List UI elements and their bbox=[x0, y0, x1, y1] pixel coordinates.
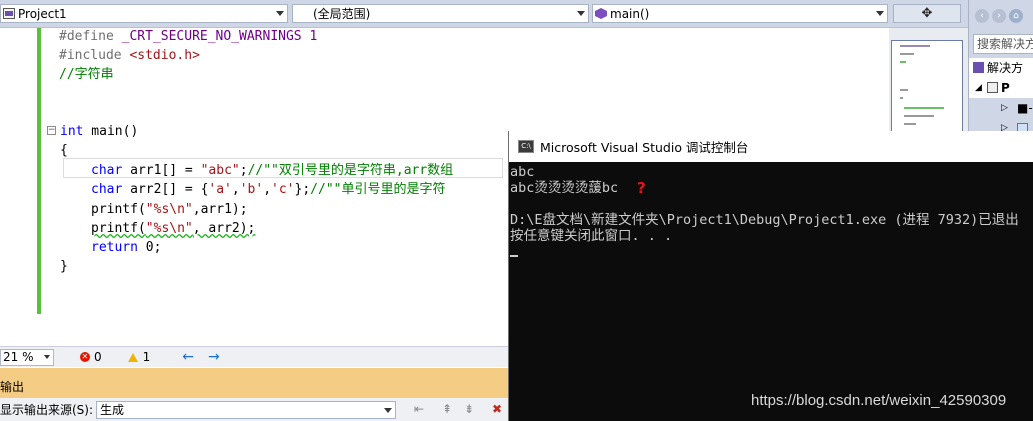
arrow-right-icon[interactable]: → bbox=[208, 349, 220, 365]
project-name: Project1 bbox=[18, 6, 67, 21]
code-line-7: char arr2[] = {'a','b','c'};//""单引号里的是字符 bbox=[91, 182, 446, 197]
back-icon[interactable]: ‹ bbox=[975, 9, 989, 23]
references-label: ■-I bbox=[1017, 101, 1033, 115]
output-source-label: 显示输出来源(S): bbox=[0, 403, 94, 417]
warning-count[interactable]: 1 bbox=[143, 350, 151, 364]
code-line-5: { bbox=[60, 143, 68, 158]
code-line-3: //字符串 bbox=[59, 67, 114, 82]
zoom-dropdown[interactable]: 21 % bbox=[0, 348, 54, 366]
debug-console-window[interactable]: C:\ Microsoft Visual Studio 调试控制台 abc abc… bbox=[508, 131, 1033, 421]
output-panel-header: 输出 bbox=[0, 368, 510, 398]
output-source-dropdown[interactable]: 生成 bbox=[96, 401, 396, 419]
console-line-1: abc bbox=[510, 164, 535, 180]
solution-label: 解决方 bbox=[987, 61, 1024, 75]
code-line-10: return 0; bbox=[91, 240, 162, 255]
tree-collapsed-icon: ▷ bbox=[1001, 103, 1008, 113]
solution-search-input[interactable]: 搜索解决方 bbox=[973, 34, 1033, 54]
cpp-project-icon bbox=[3, 8, 15, 19]
output-source-value: 生成 bbox=[100, 403, 125, 417]
member-value: main() bbox=[610, 6, 650, 21]
collapse-icon[interactable]: − bbox=[47, 126, 56, 135]
solution-icon bbox=[973, 62, 984, 73]
method-icon bbox=[595, 8, 607, 19]
scope-dropdown[interactable]: (全局范围) bbox=[292, 4, 589, 23]
change-tracking-bar bbox=[37, 28, 41, 314]
project-dropdown[interactable]: Project1 bbox=[0, 4, 288, 23]
console-app-icon: C:\ bbox=[518, 140, 534, 153]
chevron-down-icon bbox=[876, 11, 884, 16]
forward-icon[interactable]: › bbox=[992, 9, 1006, 23]
console-line-2: abc烫烫烫烫蘐bc bbox=[510, 180, 619, 196]
chevron-down-icon bbox=[577, 11, 585, 16]
chevron-down-icon bbox=[44, 354, 50, 359]
error-count[interactable]: 0 bbox=[94, 350, 102, 364]
code-line-8: printf("%s\n",arr1); bbox=[91, 202, 248, 217]
find-message-icon[interactable]: ⇤ bbox=[412, 402, 426, 416]
prev-message-icon[interactable]: ⇞ bbox=[440, 402, 454, 416]
project-label: P bbox=[1001, 81, 1010, 95]
editor-status-strip: 21 % ✕ 0 1 ← → bbox=[0, 346, 510, 367]
scope-value: (全局范围) bbox=[313, 7, 371, 21]
code-minimap[interactable] bbox=[891, 40, 963, 132]
code-line-1: #define _CRT_SECURE_NO_WARNINGS 1 bbox=[59, 29, 318, 44]
console-title: Microsoft Visual Studio 调试控制台 bbox=[540, 140, 749, 155]
code-line-2: #include <stdio.h> bbox=[59, 48, 200, 63]
arrow-left-icon[interactable]: ← bbox=[182, 349, 194, 365]
console-cursor bbox=[510, 255, 518, 257]
console-title-bar[interactable]: C:\ Microsoft Visual Studio 调试控制台 bbox=[509, 131, 1033, 162]
clear-all-icon[interactable]: ✖ bbox=[490, 402, 504, 416]
split-editor-button[interactable]: ✥ bbox=[893, 4, 961, 23]
project-node[interactable]: ◢ P bbox=[969, 78, 1033, 98]
next-message-icon[interactable]: ⇟ bbox=[462, 402, 476, 416]
code-line-11: } bbox=[60, 259, 68, 274]
console-line-5: 按任意键关闭此窗口. . . bbox=[510, 228, 673, 244]
zoom-value: 21 % bbox=[3, 349, 34, 364]
code-line-6: char arr1[] = "abc";//""双引号里的是字符串,arr数组 bbox=[91, 163, 454, 178]
warning-icon[interactable] bbox=[127, 352, 138, 362]
chevron-down-icon bbox=[384, 408, 392, 413]
annotation-question-mark: ? bbox=[637, 179, 646, 197]
chevron-down-icon bbox=[276, 11, 284, 16]
split-icon: ✥ bbox=[921, 6, 933, 21]
output-title: 输出 bbox=[0, 380, 25, 394]
references-node[interactable]: ▷ ■-I bbox=[969, 98, 1033, 118]
console-line-3 bbox=[510, 196, 1019, 212]
solution-node[interactable]: 解决方 bbox=[969, 58, 1033, 78]
member-dropdown[interactable]: main() bbox=[592, 4, 888, 23]
console-output: abc abc烫烫烫烫蘐bc D:\E盘文档\新建文件夹\Project1\Debu… bbox=[510, 164, 1019, 244]
console-line-4: D:\E盘文档\新建文件夹\Project1\Debug\Project1.ex… bbox=[510, 212, 1019, 228]
error-icon[interactable]: ✕ bbox=[80, 352, 90, 362]
code-line-9: printf("%s\n", arr2); bbox=[91, 221, 256, 236]
navigation-bar: Project1 (全局范围) main() ✥ bbox=[0, 0, 968, 28]
project-icon bbox=[987, 82, 998, 93]
watermark-text: https://blog.csdn.net/weixin_42590309 bbox=[751, 392, 1007, 409]
home-icon[interactable]: ⌂ bbox=[1009, 9, 1023, 23]
tree-expanded-icon: ◢ bbox=[975, 83, 982, 93]
code-line-4: int main() bbox=[60, 124, 139, 139]
solution-toolbar: ‹ › ⌂ bbox=[969, 3, 1033, 29]
